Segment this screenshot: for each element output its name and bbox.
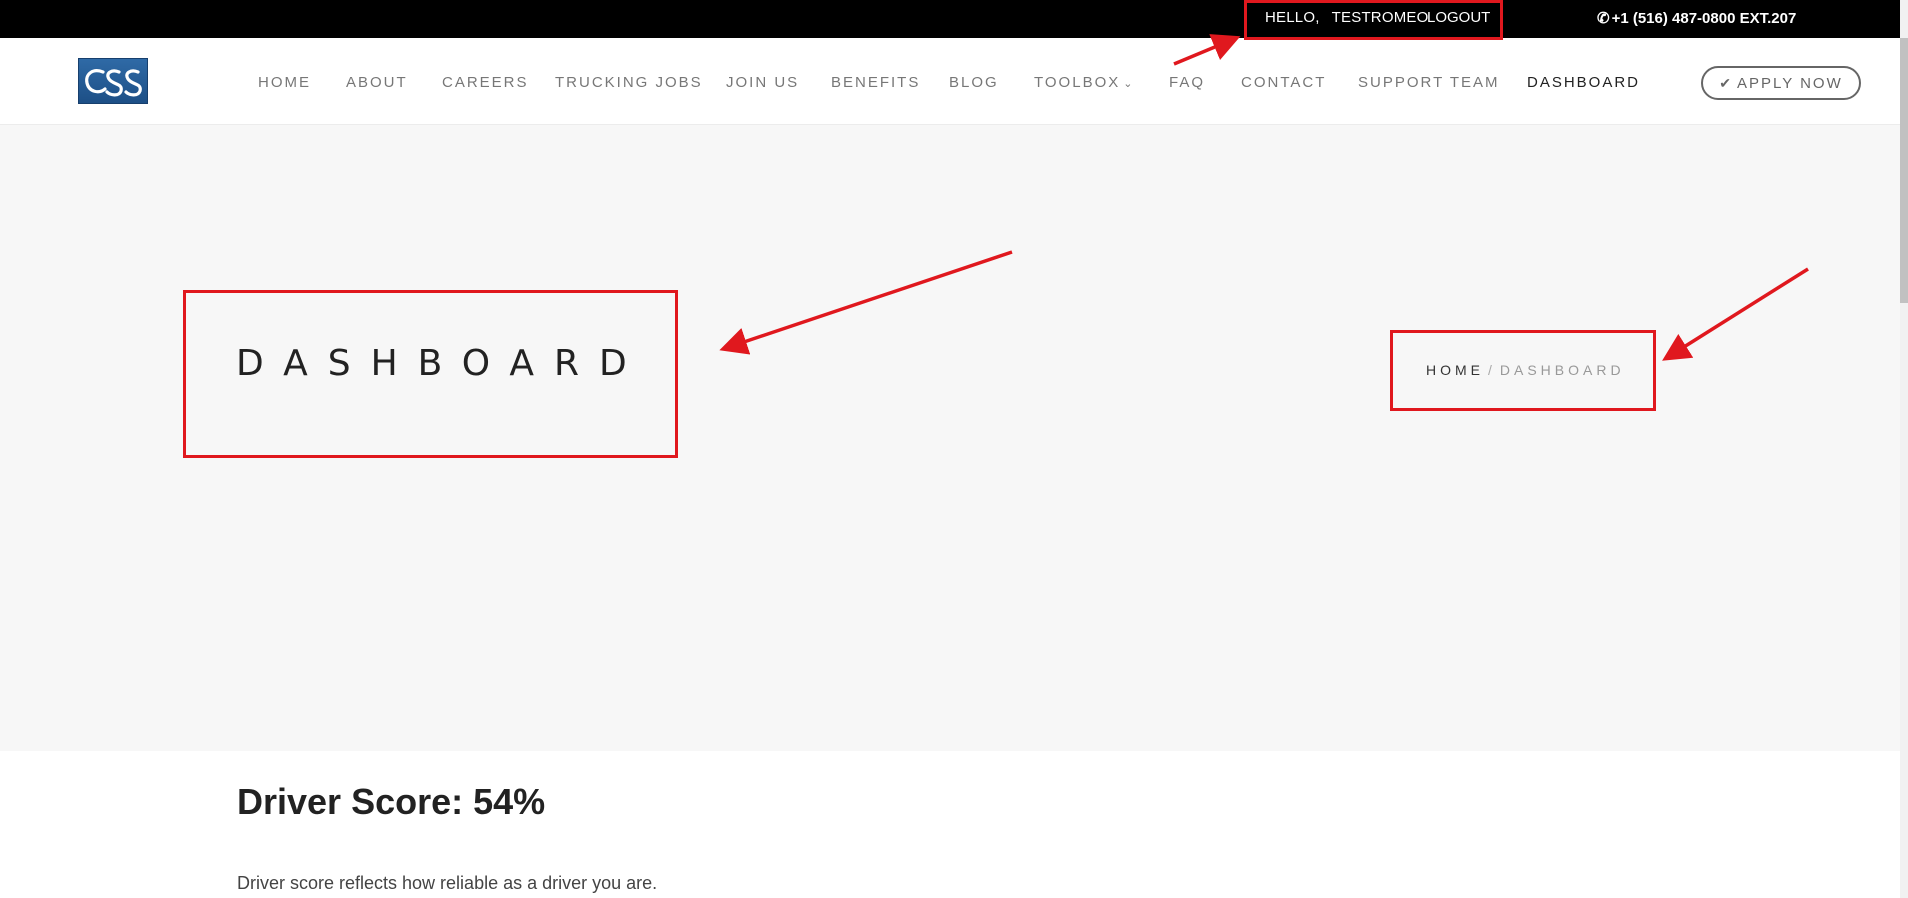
nav-item-about[interactable]: ABOUT [346, 74, 408, 91]
chevron-down-icon: ⌄ [1123, 78, 1133, 90]
nav-item-careers[interactable]: CAREERS [442, 74, 529, 91]
driver-score-description: Driver score reflects how reliable as a … [237, 873, 658, 893]
dashboard-content: Driver Score: 54% Driver score reflects … [0, 751, 1900, 898]
nav-item-toolbox[interactable]: TOOLBOX ⌄ [1034, 74, 1132, 91]
annotation-box-user [1244, 0, 1503, 40]
phone-number[interactable]: ✆ +1 (516) 487-0800 EXT.207 [1597, 9, 1796, 27]
nav-item-support-team[interactable]: SUPPORT TEAM [1358, 74, 1500, 91]
nav-item-blog[interactable]: BLOG [949, 74, 999, 91]
nav-item-join-us[interactable]: JOIN US [726, 74, 799, 91]
driver-score-heading: Driver Score: 54% [237, 781, 546, 822]
nav-item-benefits[interactable]: BENEFITS [831, 74, 920, 91]
logo-graphic [85, 69, 142, 97]
apply-now-label: APPLY NOW [1736, 74, 1843, 92]
annotation-box-breadcrumb [1390, 330, 1656, 411]
apply-now-button[interactable]: ✔ APPLY NOW [1701, 66, 1861, 100]
nav-item-home[interactable]: HOME [258, 74, 311, 91]
scrollbar-thumb[interactable] [1900, 38, 1908, 303]
phone-icon: ✆ [1597, 10, 1610, 27]
annotation-box-title [183, 290, 678, 458]
nav-item-toolbox-label: TOOLBOX [1034, 74, 1121, 91]
phone-text: +1 (516) 487-0800 EXT.207 [1611, 10, 1797, 27]
page-scrollbar[interactable] [1900, 0, 1908, 898]
nav-item-trucking-jobs[interactable]: TRUCKING JOBS [555, 74, 703, 91]
top-bar: HELLO, TESTROMEO LOGOUT ✆ +1 (516) 487-08… [0, 0, 1908, 38]
nav-item-contact[interactable]: CONTACT [1241, 74, 1326, 91]
nav-item-faq[interactable]: FAQ [1169, 74, 1205, 91]
site-header: HOME ABOUT CAREERS TRUCKING JOBS JOIN US… [0, 38, 1900, 125]
check-icon: ✔ [1719, 74, 1731, 91]
site-logo[interactable] [78, 58, 148, 104]
nav-item-dashboard[interactable]: DASHBOARD [1527, 74, 1640, 91]
